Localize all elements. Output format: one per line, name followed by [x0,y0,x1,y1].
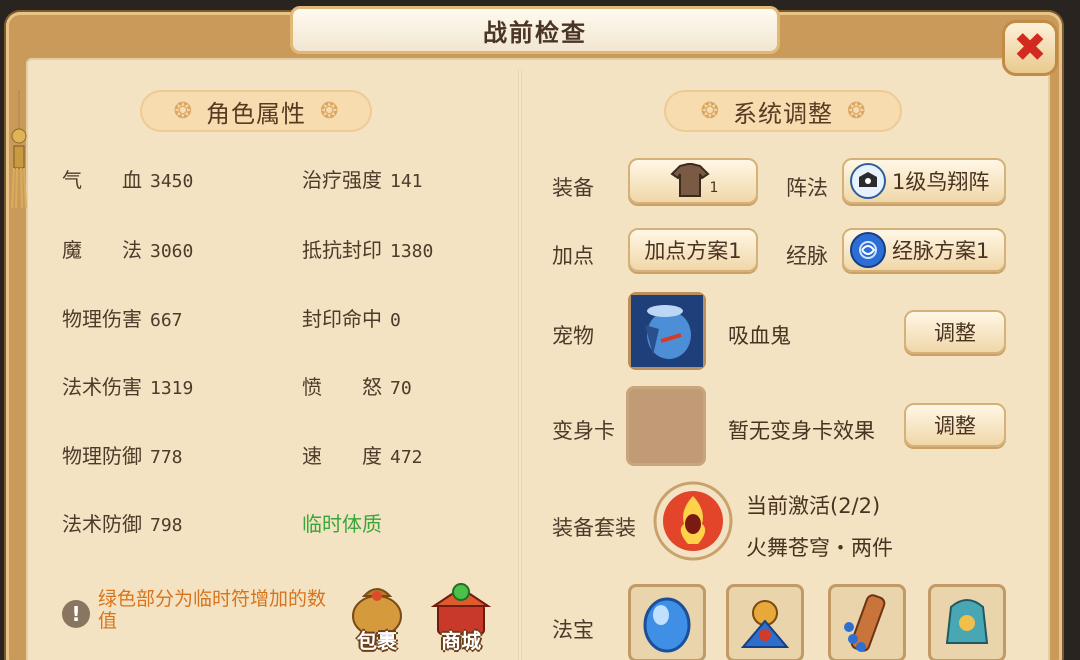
vampire-pet-icon [631,295,703,367]
set-name: 火舞苍穹・两件 [746,536,893,560]
treasure-slot-2[interactable] [726,584,804,660]
content-panel [26,58,1050,660]
close-icon: ✖ [1013,25,1047,71]
system-header: ❂ 系统调整 ❂ [664,90,902,132]
card-adjust-label: 调整 [934,414,976,438]
set-label: 装备套装 [552,516,636,540]
attributes-header: ❂ 角色属性 ❂ [140,90,372,132]
meridian-label: 经脉 [786,244,828,268]
close-button[interactable]: ✖ [1002,20,1058,76]
attr-physical-damage: 物理伤害 667 [62,307,183,331]
attr-magic-damage: 法术伤害 1319 [62,375,194,399]
attr-seal-hit: 封印命中 0 [302,307,401,331]
fire-set-icon [653,481,733,561]
attr-physical-defense: 物理防御 778 [62,444,183,468]
armor-icon [669,163,710,197]
points-value: 加点方案1 [644,239,742,263]
card-adjust-button[interactable]: 调整 [904,403,1006,447]
attr-seal-resist: 抵抗封印 1380 [302,238,434,262]
pet-slot[interactable] [628,292,706,370]
golden-warrior-icon [740,600,790,648]
system-title: 系统调整 [733,99,833,128]
formation-icon [850,163,886,199]
treasure-slot-1[interactable] [628,584,706,660]
equip-button[interactable]: 1 [628,158,758,204]
points-label: 加点 [552,244,594,268]
shop-label: 商城 [441,629,481,653]
meridian-button[interactable]: 经脉方案1 [842,228,1006,272]
swirl-left-icon: ❂ [173,98,192,124]
scroll-beads-icon [844,594,886,652]
pet-name: 吸血鬼 [728,324,791,348]
card-slot[interactable] [626,386,706,466]
swirl-left-icon: ❂ [700,98,719,124]
formation-label: 阵法 [786,176,828,200]
attr-mp: 魔 法 3060 [62,238,194,262]
formation-value: 1级鸟翔阵 [892,170,990,194]
swirl-right-icon: ❂ [847,98,866,124]
card-status: 暂无变身卡效果 [728,419,875,443]
attr-speed: 速 度 472 [302,444,423,468]
card-label: 变身卡 [552,419,615,443]
swirl-right-icon: ❂ [320,98,339,124]
treasure-slot-3[interactable] [828,584,906,660]
treasure-slot-4[interactable] [928,584,1006,660]
bag-button[interactable]: 包裹 [342,578,412,653]
window-title: 战前检查 [483,18,587,47]
shop-button[interactable]: 商城 [426,578,496,653]
green-note-text: 绿色部分为临时符增加的数值 [98,588,327,632]
blue-gem-icon [643,597,691,653]
attr-rage: 愤 怒 70 [302,375,412,399]
jade-lantern-icon [945,599,989,644]
equip-count: 1 [709,180,719,196]
attr-heal-power: 治疗强度 141 [302,168,423,192]
info-icon: ! [62,600,90,628]
attributes-title: 角色属性 [206,99,306,128]
pet-adjust-label: 调整 [934,321,976,345]
formation-button[interactable]: 1级鸟翔阵 [842,158,1006,204]
attr-magic-defense: 法术防御 798 [62,512,183,536]
points-button[interactable]: 加点方案1 [628,228,758,272]
equip-label: 装备 [552,176,594,200]
treasure-label: 法宝 [552,618,594,642]
tassel-ornament-icon [11,90,27,209]
pet-adjust-button[interactable]: 调整 [904,310,1006,354]
attr-hp: 气 血 3450 [62,168,194,192]
column-divider [518,70,522,660]
bag-label: 包裹 [357,629,397,653]
set-active-status: 当前激活(2/2) [746,494,881,518]
meridian-icon [850,232,886,268]
temp-constitution-label: 临时体质 [302,512,382,536]
title-banner: 战前检查 [290,6,780,54]
pet-label: 宠物 [552,324,594,348]
meridian-value: 经脉方案1 [892,239,990,263]
